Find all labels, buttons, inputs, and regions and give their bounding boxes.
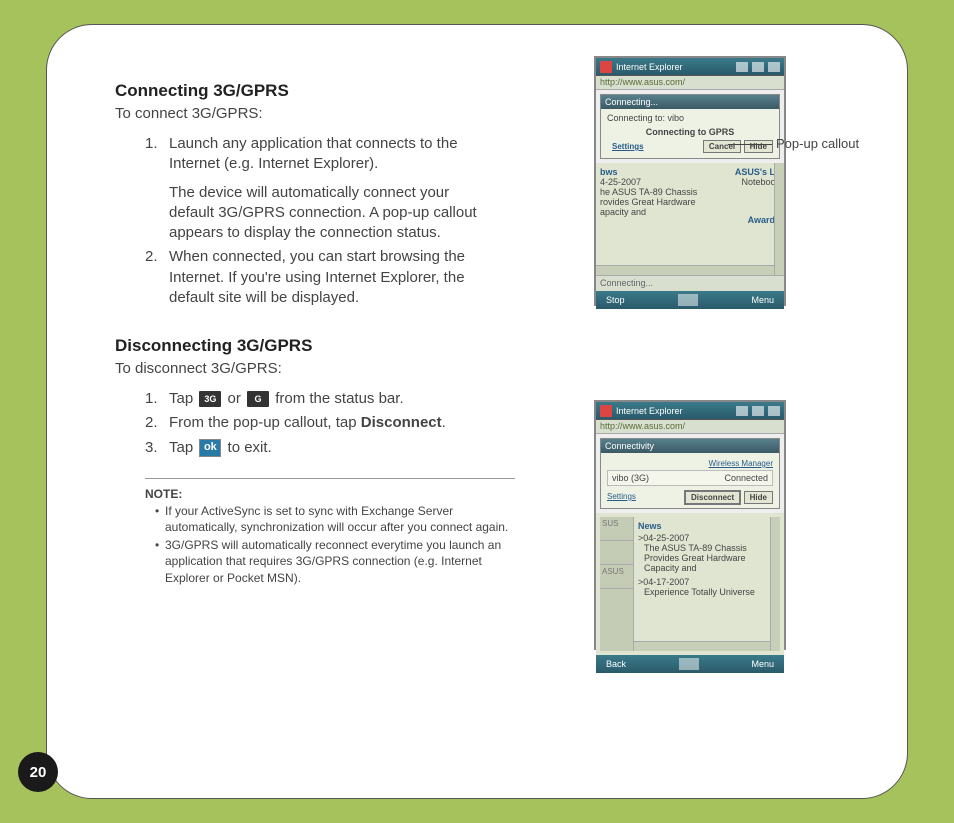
address-bar: http://www.asus.com/ xyxy=(596,420,784,434)
callout-header: Connecting... xyxy=(601,95,779,109)
speaker-icon xyxy=(752,62,764,72)
windows-icon xyxy=(600,61,612,73)
settings-link[interactable]: Settings xyxy=(607,492,636,502)
note-bullet: 3G/GPRS will automatically reconnect eve… xyxy=(155,537,515,586)
news-text: Experience Totally Universe xyxy=(638,587,776,597)
speaker-icon xyxy=(752,406,764,416)
news-date: >04-25-2007 xyxy=(638,533,776,543)
cancel-button[interactable]: Cancel xyxy=(703,140,741,153)
signal-icon xyxy=(736,406,748,416)
news-date: >04-17-2007 xyxy=(638,577,776,587)
device-titlebar: Internet Explorer xyxy=(596,402,784,420)
hide-button[interactable]: Hide xyxy=(744,140,773,153)
callout-body: Wireless Manager vibo (3G) Connected Set… xyxy=(601,453,779,508)
softkey-bar: Back Menu xyxy=(596,655,784,673)
step-3: 3. Tap ok to exit. xyxy=(145,438,497,458)
callout-leader-line xyxy=(728,144,772,145)
callout-body: Connecting to: vibo Connecting to GPRS S… xyxy=(601,109,779,158)
step-2: 2. From the pop-up callout, tap Disconne… xyxy=(145,413,497,433)
note-bullets: If your ActiveSync is set to sync with E… xyxy=(155,503,515,586)
step-text: Launch any application that connects to … xyxy=(169,135,458,172)
content-text: 4-25-2007 xyxy=(600,177,710,187)
step-text-pre: From the pop-up callout, tap xyxy=(169,414,361,431)
step-number: 2. xyxy=(145,247,158,267)
disconnect-button[interactable]: Disconnect xyxy=(684,490,741,505)
step-text-post: from the status bar. xyxy=(271,390,404,407)
windows-icon xyxy=(600,405,612,417)
step-2: 2. When connected, you can start browsin… xyxy=(145,247,497,308)
status-bar: Connecting... xyxy=(596,275,784,291)
step-number: 1. xyxy=(145,134,158,154)
news-heading: News xyxy=(638,521,776,531)
step-text-post: to exit. xyxy=(223,439,271,456)
device-titlebar: Internet Explorer xyxy=(596,58,784,76)
connectivity-callout: Connectivity Wireless Manager vibo (3G) … xyxy=(600,438,780,509)
softkey-right[interactable]: Menu xyxy=(751,295,774,305)
close-icon xyxy=(768,406,780,416)
step-text-post: . xyxy=(442,414,446,431)
connection-state: Connected xyxy=(724,473,768,483)
vertical-scrollbar[interactable] xyxy=(770,517,780,651)
browser-content: bws 4-25-2007 he ASUS TA-89 Chassis rovi… xyxy=(596,163,784,275)
device-screenshot-disconnecting: Internet Explorer http://www.asus.com/ C… xyxy=(594,400,786,650)
horizontal-scrollbar[interactable] xyxy=(596,265,774,275)
step-1: 1. Tap 3G or G from the status bar. xyxy=(145,389,497,409)
softkey-bar: Stop Menu xyxy=(596,291,784,309)
sidebar-cell xyxy=(600,541,633,565)
content-text: he ASUS TA-89 Chassis rovides Great Hard… xyxy=(600,187,710,217)
step-number: 3. xyxy=(145,438,158,458)
keyboard-icon[interactable] xyxy=(679,658,699,670)
callout-label: Pop-up callout xyxy=(776,136,859,151)
device-screenshot-connecting: Internet Explorer http://www.asus.com/ C… xyxy=(594,56,786,306)
intro-disconnecting: To disconnect 3G/GPRS: xyxy=(115,360,867,377)
ok-icon: ok xyxy=(199,439,221,457)
step-text-pre: Tap xyxy=(169,439,197,456)
vertical-scrollbar[interactable] xyxy=(774,163,784,275)
step-text: When connected, you can start browsing t… xyxy=(169,248,465,306)
note-title: NOTE: xyxy=(145,487,515,501)
hide-button[interactable]: Hide xyxy=(744,491,773,504)
connecting-callout: Connecting... Connecting to: vibo Connec… xyxy=(600,94,780,159)
step-text-or: or xyxy=(223,390,245,407)
heading-disconnecting: Disconnecting 3G/GPRS xyxy=(115,336,867,356)
step-number: 1. xyxy=(145,389,158,409)
step-text-bold: Disconnect xyxy=(361,414,442,431)
step-text-pre: Tap xyxy=(169,390,197,407)
content-sidebar: SUS ASUS xyxy=(600,517,634,651)
sidebar-cell: ASUS xyxy=(600,565,633,589)
device-title: Internet Explorer xyxy=(616,62,683,72)
horizontal-scrollbar[interactable] xyxy=(634,641,770,651)
softkey-left[interactable]: Back xyxy=(606,659,626,669)
signal-icon xyxy=(736,62,748,72)
step-number: 2. xyxy=(145,413,158,433)
browser-content: SUS ASUS News >04-25-2007 The ASUS TA-89… xyxy=(596,513,784,655)
close-icon xyxy=(768,62,780,72)
g-icon: G xyxy=(247,391,269,407)
news-text: The ASUS TA-89 Chassis Provides Great Ha… xyxy=(638,543,776,573)
note-block: NOTE: If your ActiveSync is set to sync … xyxy=(145,478,515,586)
callout-header: Connectivity xyxy=(601,439,779,453)
settings-link[interactable]: Settings xyxy=(607,141,649,152)
step-1: 1. Launch any application that connects … xyxy=(145,134,497,243)
address-bar: http://www.asus.com/ xyxy=(596,76,784,90)
connection-name: vibo (3G) xyxy=(612,473,649,483)
keyboard-icon[interactable] xyxy=(678,294,698,306)
note-bullet: If your ActiveSync is set to sync with E… xyxy=(155,503,515,535)
softkey-left[interactable]: Stop xyxy=(606,295,625,305)
content-main: News >04-25-2007 The ASUS TA-89 Chassis … xyxy=(634,517,780,651)
3g-icon: 3G xyxy=(199,391,221,407)
sidebar-cell: SUS xyxy=(600,517,633,541)
page-number-badge: 20 xyxy=(18,752,58,792)
softkey-right[interactable]: Menu xyxy=(751,659,774,669)
callout-line: Connecting to: vibo xyxy=(607,113,773,123)
wireless-manager-link[interactable]: Wireless Manager xyxy=(709,459,773,468)
device-title: Internet Explorer xyxy=(616,406,683,416)
content-text: bws xyxy=(600,167,710,177)
step-subtext: The device will automatically connect yo… xyxy=(169,183,497,244)
callout-status: Connecting to GPRS xyxy=(607,127,773,137)
